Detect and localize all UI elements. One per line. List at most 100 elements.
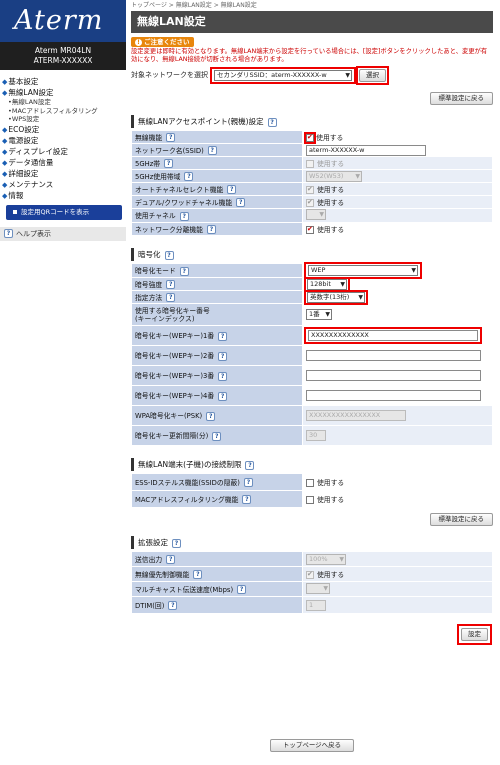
- section-heading-ap: 無線LANアクセスポイント(親機)設定?: [131, 115, 493, 128]
- help-icon[interactable]: ?: [206, 225, 216, 235]
- help-icon[interactable]: ?: [242, 495, 252, 505]
- band5-checkbox: [306, 160, 314, 168]
- bullet-icon: ◆: [2, 125, 8, 134]
- wep-key4-input[interactable]: [306, 390, 481, 401]
- target-network-row: 対象ネットワークを選択 セカンダリSSID：aterm-XXXXXX-w 選択: [131, 65, 493, 85]
- breadcrumb[interactable]: トップページ > 無線LAN設定 > 無線LAN設定: [131, 0, 493, 11]
- bullet-icon: ◆: [2, 191, 8, 200]
- client-restriction-section: 無線LAN端末(子機)の接続制限? ESS-IDステルス機能(SSIDの隠蔽)?…: [131, 458, 493, 508]
- sidebar-nav-item[interactable]: ◆電源設定: [2, 135, 126, 146]
- sidebar-nav-item[interactable]: ◆情報: [2, 190, 126, 201]
- help-icon[interactable]: ?: [168, 601, 178, 611]
- stealth-checkbox[interactable]: [306, 479, 314, 487]
- extended-settings-section: 拡張設定? 送信出力? 100% 無線優先制御機能? 使用する マルチキャスト伝…: [131, 536, 493, 614]
- field-label: 無線機能?: [131, 130, 303, 144]
- help-icon[interactable]: ?: [218, 371, 228, 381]
- help-icon[interactable]: ?: [243, 478, 253, 488]
- help-icon[interactable]: ?: [179, 266, 189, 276]
- target-network-select[interactable]: セカンダリSSID：aterm-XXXXXX-w: [214, 69, 352, 81]
- encryption-section: 暗号化? 暗号化モード? WEP 暗号強度? 128bit 指定方法? 英数字(…: [131, 248, 493, 446]
- target-network-label: 対象ネットワークを選択: [131, 71, 208, 79]
- wireless-enable-checkbox[interactable]: [306, 133, 314, 142]
- bullet-icon: ◆: [2, 89, 8, 97]
- help-icon[interactable]: ?: [172, 538, 181, 548]
- page-title: 無線LAN設定: [131, 11, 493, 33]
- sidebar-nav-item[interactable]: ◆ECO設定: [2, 124, 126, 135]
- warning-icon: !: [135, 39, 142, 46]
- sidebar-nav-item[interactable]: ◆メンテナンス: [2, 179, 126, 190]
- encryption-mode-select[interactable]: WEP: [308, 265, 418, 276]
- sidebar-subnav-item[interactable]: •MACアドレスフィルタリング: [2, 107, 126, 116]
- wep-key1-input[interactable]: XXXXXXXXXXXXX: [308, 330, 478, 341]
- key-format-select[interactable]: 英数字(13桁): [307, 291, 365, 303]
- model-info: Aterm MR04LN ATERM-XXXXXX: [0, 42, 126, 70]
- select-button[interactable]: 選択: [359, 68, 386, 82]
- show-qr-button[interactable]: 設定用QRコードを表示: [6, 204, 122, 220]
- help-icon[interactable]: ?: [206, 411, 216, 421]
- aterm-logo: Aterm: [0, 0, 126, 42]
- help-icon[interactable]: ?: [164, 159, 174, 169]
- sidebar-subnav-item[interactable]: •WPS設定: [2, 115, 126, 124]
- bullet-icon: ◆: [2, 169, 8, 178]
- help-icon[interactable]: ?: [207, 146, 217, 156]
- notice-text: 設定変更は即時に有効となります。無線LAN端末から設定を行っている場合には、[設…: [131, 48, 488, 63]
- key-index-select[interactable]: 1番: [306, 309, 332, 320]
- help-icon[interactable]: ?: [179, 211, 189, 221]
- sidebar-nav-item[interactable]: ◆基本設定: [2, 76, 126, 87]
- rekey-interval-input: 30: [306, 430, 326, 441]
- help-icon[interactable]: ?: [166, 293, 176, 303]
- restore-defaults-button-top[interactable]: 標準設定に戻る: [429, 92, 493, 105]
- bullet-icon: ◆: [2, 147, 8, 156]
- notice-label: ! ご注意ください: [131, 37, 194, 47]
- section-heading-extended: 拡張設定?: [131, 536, 493, 549]
- tx-power-select: 100%: [306, 553, 346, 565]
- help-icon[interactable]: ?: [166, 133, 176, 143]
- help-icon[interactable]: ?: [218, 351, 228, 361]
- help-icon: ?: [4, 229, 13, 238]
- help-icon[interactable]: ?: [164, 250, 174, 260]
- help-icon[interactable]: ?: [212, 431, 222, 441]
- isolation-checkbox[interactable]: [306, 225, 314, 234]
- apply-button[interactable]: 設定: [461, 628, 488, 641]
- psk-input: XXXXXXXXXXXXXXXX: [306, 410, 406, 421]
- encryption-strength-select[interactable]: 128bit: [307, 278, 347, 290]
- help-icon[interactable]: ?: [193, 570, 203, 580]
- sidebar-nav-item[interactable]: ◆ディスプレイ設定: [2, 146, 126, 157]
- help-icon[interactable]: ?: [218, 391, 228, 401]
- help-icon[interactable]: ?: [166, 555, 176, 565]
- sidebar-nav-item[interactable]: ◆詳細設定: [2, 168, 126, 179]
- qr-code-icon: [10, 206, 18, 215]
- sidebar-subnav-item[interactable]: •無線LAN設定: [2, 98, 126, 107]
- auto-channel-checkbox: [306, 185, 314, 194]
- restore-defaults-button-bottom[interactable]: 標準設定に戻る: [429, 513, 493, 526]
- dtim-input: 1: [306, 599, 326, 611]
- sidebar: Aterm Aterm MR04LN ATERM-XXXXXX ◆基本設定 ◆無線…: [0, 0, 126, 765]
- mac-filter-checkbox[interactable]: [306, 496, 314, 504]
- help-icon[interactable]: ?: [245, 460, 255, 470]
- model-name: Aterm MR04LN: [34, 46, 92, 55]
- help-toggle[interactable]: ? ヘルプ表示: [0, 226, 126, 241]
- help-icon[interactable]: ?: [267, 117, 277, 127]
- bullet-icon: ◆: [2, 78, 8, 86]
- wep-key3-input[interactable]: [306, 370, 481, 381]
- sidebar-nav-item[interactable]: ◆データ通信量: [2, 157, 126, 168]
- sidebar-nav-item[interactable]: ◆無線LAN設定: [2, 87, 126, 98]
- dual-channel-checkbox: [306, 198, 314, 207]
- priority-control-checkbox: [306, 570, 314, 579]
- bullet-icon: ◆: [2, 180, 8, 189]
- ap-settings-section: 無線LANアクセスポイント(親機)設定? 無線機能? 使用する ネットワーク名(…: [131, 115, 493, 236]
- bullet-icon: ◆: [2, 136, 8, 145]
- help-icon[interactable]: ?: [236, 198, 246, 208]
- main-content: トップページ > 無線LAN設定 > 無線LAN設定 無線LAN設定 ! ご注意く…: [131, 0, 493, 752]
- help-icon[interactable]: ?: [227, 185, 237, 195]
- ssid-input[interactable]: aterm-XXXXXX-w: [306, 144, 426, 156]
- help-icon[interactable]: ?: [184, 172, 194, 182]
- help-icon[interactable]: ?: [237, 585, 247, 595]
- help-icon[interactable]: ?: [166, 280, 176, 290]
- back-to-top-button[interactable]: トップページへ戻る: [269, 739, 355, 752]
- help-icon[interactable]: ?: [218, 331, 228, 341]
- wep-key2-input[interactable]: [306, 350, 481, 361]
- band5-channel-select: W52(W53): [306, 170, 362, 182]
- bullet-icon: ◆: [2, 158, 8, 167]
- device-id: ATERM-XXXXXX: [33, 56, 93, 65]
